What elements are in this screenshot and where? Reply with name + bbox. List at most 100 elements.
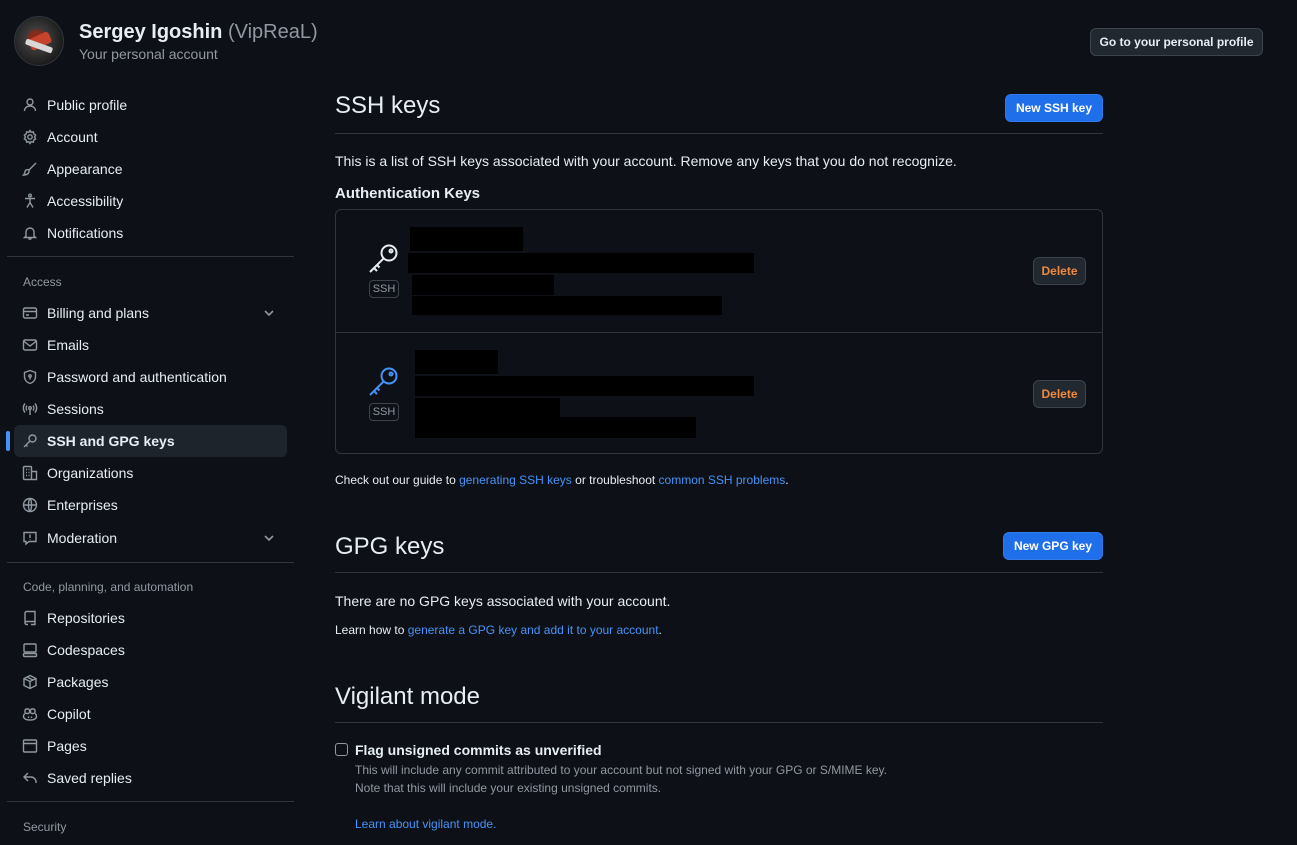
sidebar-item-copilot[interactable]: Copilot bbox=[14, 698, 287, 730]
authentication-keys-heading: Authentication Keys bbox=[335, 185, 481, 202]
sidebar-item-label: Password and authentication bbox=[47, 369, 227, 385]
sidebar-item-repositories[interactable]: Repositories bbox=[14, 602, 287, 634]
sidebar-item-appearance[interactable]: Appearance bbox=[14, 153, 287, 185]
organization-icon bbox=[22, 465, 38, 481]
sidebar-divider bbox=[7, 256, 294, 257]
sidebar-item-notifications[interactable]: Notifications bbox=[14, 217, 287, 249]
globe-icon bbox=[22, 497, 38, 513]
learn-vigilant-mode-link[interactable]: Learn about vigilant mode. bbox=[355, 817, 496, 831]
sidebar-group-security: Security bbox=[23, 820, 67, 834]
new-gpg-key-button[interactable]: New GPG key bbox=[1003, 532, 1103, 560]
gpg-empty-text: There are no GPG keys associated with yo… bbox=[335, 593, 671, 609]
sidebar-item-password-auth[interactable]: Password and authentication bbox=[14, 361, 287, 393]
sidebar-item-label: Packages bbox=[47, 674, 109, 690]
gpg-keys-header: GPG keys bbox=[335, 533, 1103, 573]
vigilant-note-2: Note that this will include your existin… bbox=[355, 781, 662, 795]
sidebar-item-emails[interactable]: Emails bbox=[14, 329, 287, 361]
sidebar-item-label: Repositories bbox=[47, 610, 125, 626]
go-to-profile-button[interactable]: Go to your personal profile bbox=[1090, 28, 1263, 56]
vigilant-mode-checkbox[interactable] bbox=[335, 743, 348, 756]
sidebar-item-label: Codespaces bbox=[47, 642, 125, 658]
sidebar-item-label: Saved replies bbox=[47, 770, 132, 786]
account-name[interactable]: Sergey Igoshin (VipReaL) bbox=[79, 20, 318, 44]
sidebar-item-label: Pages bbox=[47, 738, 87, 754]
gpg-keys-title: GPG keys bbox=[335, 533, 445, 560]
common-ssh-problems-link[interactable]: common SSH problems bbox=[659, 473, 786, 487]
sidebar-item-label: Emails bbox=[47, 337, 90, 353]
sidebar-item-label: Billing and plans bbox=[47, 305, 149, 321]
avatar[interactable] bbox=[14, 16, 64, 66]
sidebar-item-saved-replies[interactable]: Saved replies bbox=[14, 762, 287, 794]
new-ssh-key-button[interactable]: New SSH key bbox=[1005, 94, 1103, 122]
generate-gpg-key-link[interactable]: generate a GPG key and add it to your ac… bbox=[408, 623, 659, 637]
gpg-learn-text: Learn how to generate a GPG key and add … bbox=[335, 623, 662, 637]
sidebar-item-label: Enterprises bbox=[47, 497, 118, 513]
mail-icon bbox=[22, 337, 38, 353]
account-header: Sergey Igoshin (VipReaL) Your personal a… bbox=[14, 16, 318, 66]
reply-icon bbox=[22, 770, 38, 786]
key-icon bbox=[366, 363, 402, 399]
redacted-key-last-used bbox=[415, 417, 696, 438]
codespaces-icon bbox=[22, 642, 38, 658]
delete-key-button[interactable]: Delete bbox=[1033, 257, 1086, 285]
person-icon bbox=[22, 97, 38, 113]
account-login: (VipReaL) bbox=[227, 20, 318, 43]
ssh-guide-text: Check out our guide to generating SSH ke… bbox=[335, 473, 789, 487]
shield-lock-icon bbox=[22, 369, 38, 385]
vigilant-mode-header: Vigilant mode bbox=[335, 683, 1103, 723]
ssh-key-item: SSH Delete bbox=[336, 332, 1102, 454]
sidebar-item-label: Copilot bbox=[47, 706, 91, 722]
ssh-keys-list: SSH Delete SSH Delete bbox=[335, 209, 1103, 454]
vigilant-note-1: This will include any commit attributed … bbox=[355, 763, 888, 777]
vigilant-mode-label[interactable]: Flag unsigned commits as unverified bbox=[355, 742, 602, 758]
guide-prefix: Check out our guide to bbox=[335, 473, 460, 487]
delete-key-button[interactable]: Delete bbox=[1033, 380, 1086, 408]
key-icon bbox=[22, 433, 38, 449]
learn-prefix: Learn how to bbox=[335, 623, 408, 637]
sidebar-item-label: Appearance bbox=[47, 161, 123, 177]
redacted-key-added bbox=[412, 275, 554, 295]
bell-icon bbox=[22, 225, 38, 241]
sidebar-item-packages[interactable]: Packages bbox=[14, 666, 287, 698]
ssh-badge: SSH bbox=[369, 403, 399, 421]
ssh-key-item: SSH Delete bbox=[336, 210, 1102, 332]
redacted-key-last-used bbox=[412, 296, 722, 315]
sidebar-item-account[interactable]: Account bbox=[14, 121, 287, 153]
browser-icon bbox=[22, 738, 38, 754]
sidebar-item-codespaces[interactable]: Codespaces bbox=[14, 634, 287, 666]
redacted-key-added bbox=[415, 398, 560, 418]
sidebar-item-organizations[interactable]: Organizations bbox=[14, 457, 287, 489]
sidebar-item-label: Notifications bbox=[47, 225, 124, 241]
redacted-key-title bbox=[415, 350, 498, 374]
ssh-badge: SSH bbox=[369, 280, 399, 298]
sidebar-item-label: Accessibility bbox=[47, 193, 124, 209]
redacted-key-fingerprint bbox=[415, 376, 754, 396]
sidebar-item-pages[interactable]: Pages bbox=[14, 730, 287, 762]
vigilant-mode-title: Vigilant mode bbox=[335, 683, 480, 710]
sidebar-item-label: Public profile bbox=[47, 97, 128, 113]
generating-ssh-keys-link[interactable]: generating SSH keys bbox=[459, 473, 572, 487]
sidebar-item-label: Account bbox=[47, 129, 98, 145]
sidebar-item-accessibility[interactable]: Accessibility bbox=[14, 185, 287, 217]
ssh-keys-description: This is a list of SSH keys associated wi… bbox=[335, 153, 957, 169]
sidebar-item-moderation[interactable]: Moderation bbox=[14, 522, 287, 554]
redacted-key-title bbox=[410, 227, 523, 251]
sidebar-divider bbox=[7, 562, 294, 563]
sidebar-item-public-profile[interactable]: Public profile bbox=[14, 89, 287, 121]
sidebar-item-billing[interactable]: Billing and plans bbox=[14, 297, 287, 329]
sidebar-item-ssh-gpg-keys[interactable]: SSH and GPG keys bbox=[6, 425, 287, 457]
sidebar-item-label: Organizations bbox=[47, 465, 134, 481]
sidebar-item-sessions[interactable]: Sessions bbox=[14, 393, 287, 425]
guide-middle: or troubleshoot bbox=[571, 473, 659, 487]
gear-icon bbox=[22, 129, 38, 145]
learn-suffix: . bbox=[658, 623, 662, 637]
accessibility-icon bbox=[22, 193, 38, 209]
sidebar-item-enterprises[interactable]: Enterprises bbox=[14, 489, 287, 521]
package-icon bbox=[22, 674, 38, 690]
broadcast-icon bbox=[22, 401, 38, 417]
chevron-down-icon[interactable] bbox=[261, 305, 277, 321]
chevron-down-icon[interactable] bbox=[261, 530, 277, 546]
credit-card-icon bbox=[22, 305, 38, 321]
sidebar-item-label: Sessions bbox=[47, 401, 104, 417]
paintbrush-icon bbox=[22, 161, 38, 177]
